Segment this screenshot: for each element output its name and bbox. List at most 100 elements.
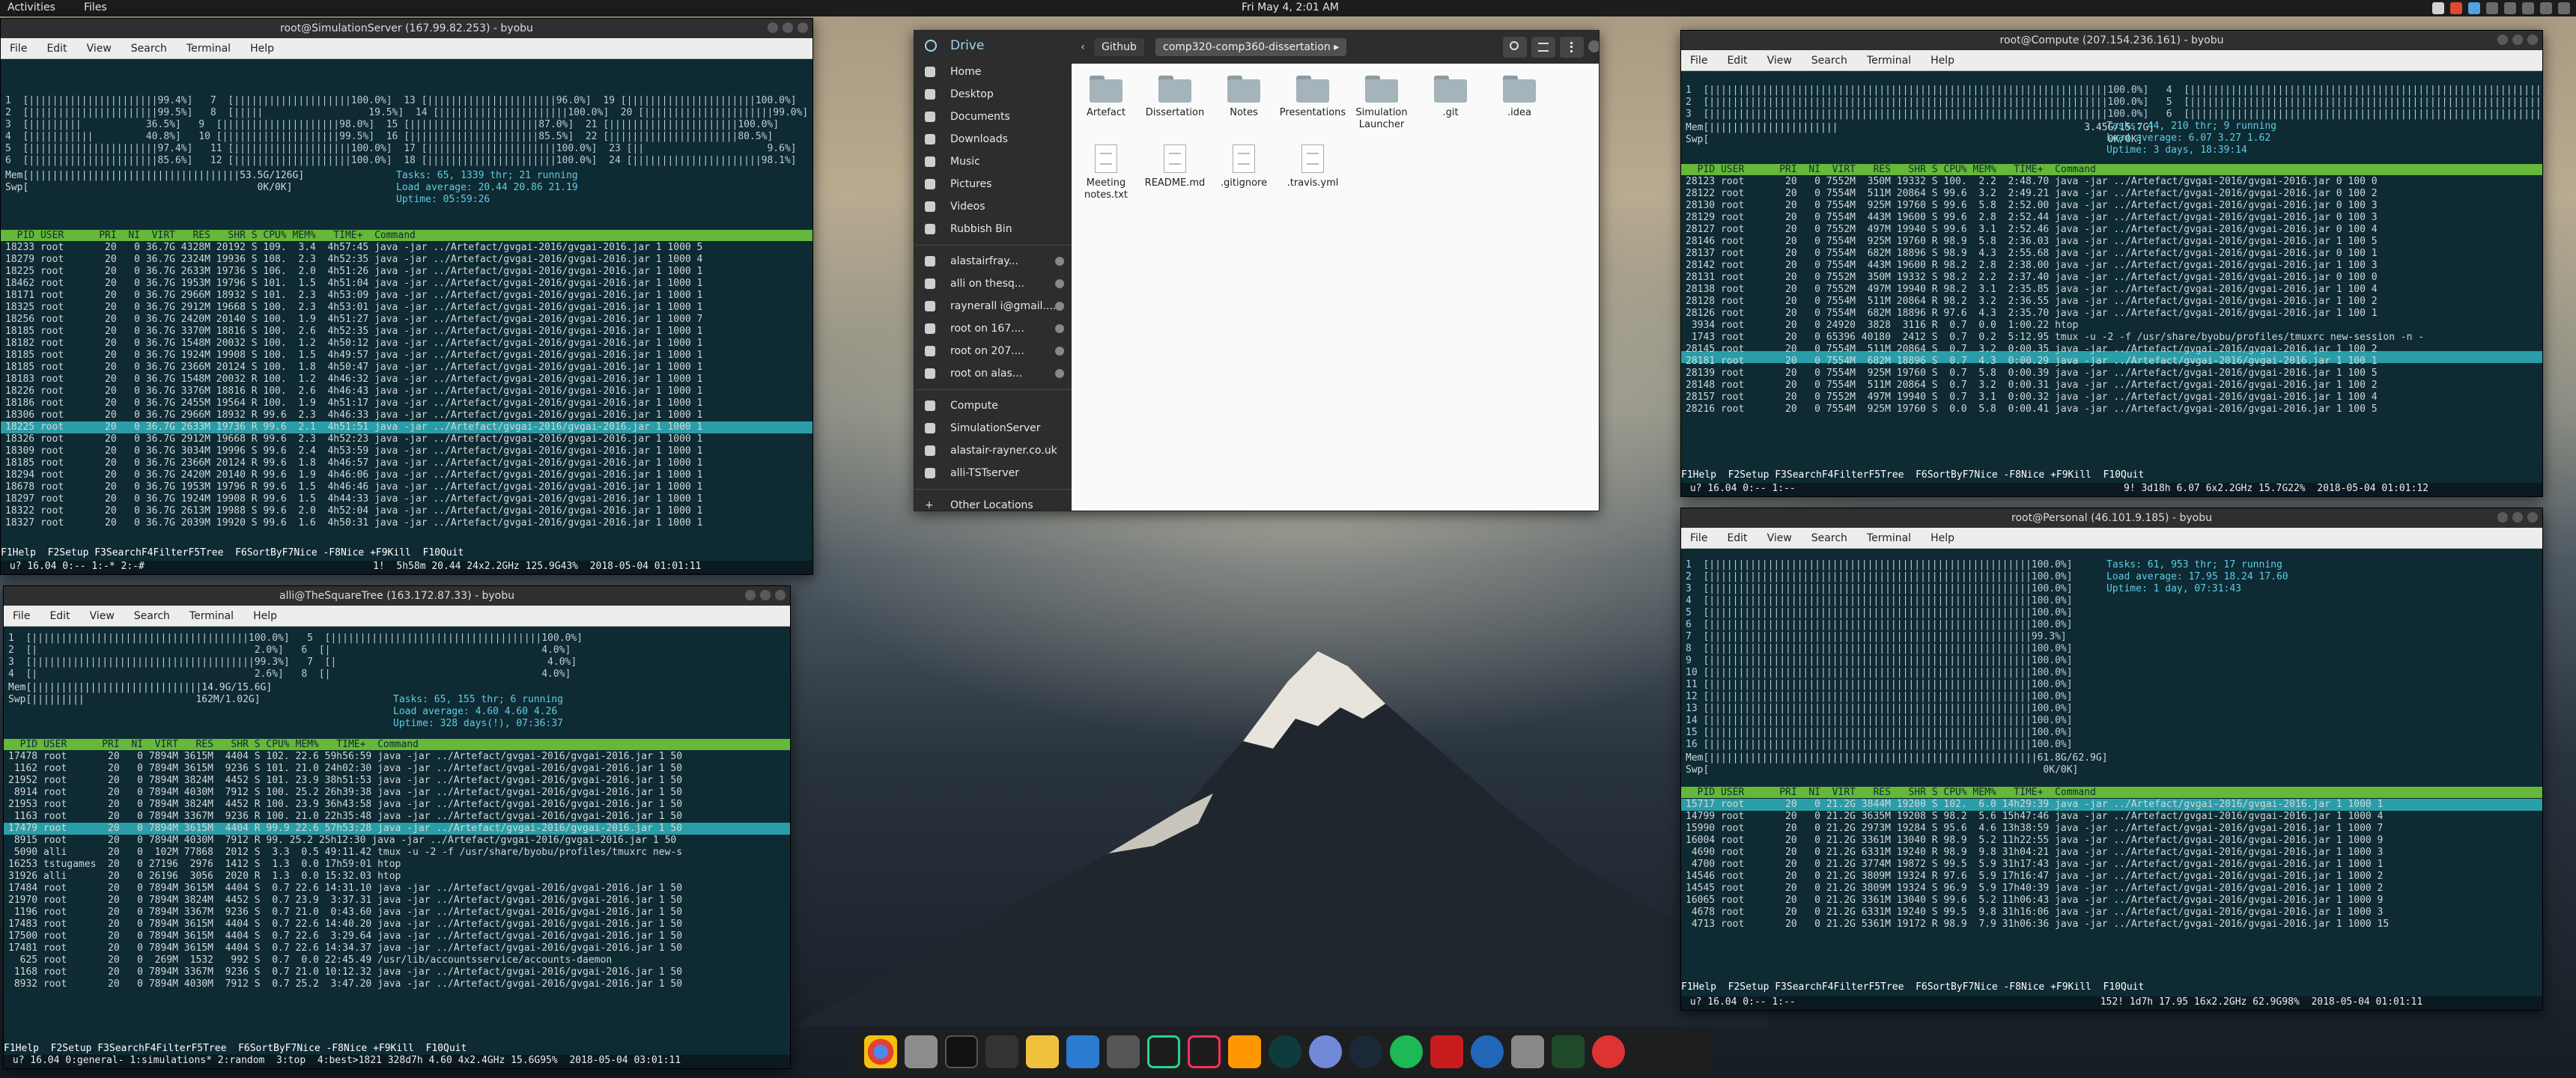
menu-button[interactable] (1560, 37, 1584, 58)
menu-search[interactable]: Search (131, 38, 167, 58)
menu-terminal[interactable]: Terminal (186, 38, 231, 58)
process-header[interactable]: PID USER PRI NI VIRT RES SHR S CPU% MEM%… (1, 230, 812, 241)
process-list[interactable]: 18233 root 20 0 36.7G 4328M 20192 S 109.… (5, 242, 812, 541)
menu-terminal[interactable]: Terminal (1867, 50, 1911, 70)
menu-edit[interactable]: Edit (1727, 50, 1747, 70)
eject-icon[interactable] (1055, 369, 1064, 378)
terminal-window-thesquaretree[interactable]: alli@TheSquareTree (163.172.87.33) - byo… (3, 585, 791, 1069)
texstudio-icon[interactable] (1107, 1035, 1140, 1068)
mendeley-icon[interactable] (1430, 1035, 1463, 1068)
menu-edit[interactable]: Edit (46, 38, 67, 58)
wifi-icon[interactable] (2504, 2, 2516, 14)
spotify-icon[interactable] (1390, 1035, 1423, 1068)
folder-item[interactable]: Presentations (1278, 76, 1347, 119)
sidebar-mount[interactable]: alli on thesq... (914, 272, 1072, 295)
files-icon[interactable] (905, 1035, 938, 1068)
folder-item[interactable]: .git (1416, 76, 1485, 119)
file-item[interactable]: .travis.yml (1278, 144, 1347, 189)
sidebar-bookmark[interactable]: SimulationServer (914, 417, 1072, 439)
maximize-icon[interactable] (2512, 512, 2523, 523)
process-header[interactable]: PID USER PRI NI VIRT RES SHR S CPU% MEM%… (1681, 787, 2542, 798)
file-item[interactable]: README.md (1140, 144, 1209, 189)
mail-icon[interactable] (1026, 1035, 1059, 1068)
sidebar-mount[interactable]: root on 167.... (914, 317, 1072, 340)
volume-icon[interactable] (2522, 2, 2534, 14)
breadcrumb-current[interactable]: comp320-comp360-dissertation ▸ (1155, 38, 1347, 56)
sublime-icon[interactable] (1228, 1035, 1261, 1068)
terminal-window-simulationserver[interactable]: root@SimulationServer (167.99.82.253) - … (0, 18, 813, 575)
network-icon[interactable] (2468, 2, 2480, 14)
system-monitor-icon[interactable] (1552, 1035, 1585, 1068)
search-button[interactable] (1503, 37, 1527, 58)
process-header[interactable]: PID USER PRI NI VIRT RES SHR S CPU% MEM%… (1681, 164, 2542, 175)
eject-icon[interactable] (1055, 324, 1064, 333)
sidebar-item-home[interactable]: Home (914, 61, 1072, 83)
view-options-button[interactable] (1531, 37, 1555, 58)
menu-terminal[interactable]: Terminal (1867, 528, 1911, 548)
battery-icon[interactable] (2540, 2, 2552, 14)
sidebar-item-rubbish-bin[interactable]: Rubbish Bin (914, 218, 1072, 240)
eject-icon[interactable] (1055, 347, 1064, 356)
menu-search[interactable]: Search (1811, 528, 1847, 548)
close-icon[interactable] (798, 22, 808, 33)
maximize-icon[interactable] (2512, 34, 2523, 45)
sidebar-item-documents[interactable]: Documents (914, 106, 1072, 128)
menu-edit[interactable]: Edit (49, 606, 70, 626)
eject-icon[interactable] (1055, 257, 1064, 266)
menu-search[interactable]: Search (1811, 50, 1847, 70)
process-header[interactable]: PID USER PRI NI VIRT RES SHR S CPU% MEM%… (4, 739, 790, 750)
activities-button[interactable]: Activities (7, 1, 55, 13)
app-menu[interactable]: Files (84, 1, 107, 13)
folder-item[interactable]: .idea (1485, 76, 1554, 119)
function-bar[interactable]: F1Help F2Setup F3SearchF4FilterF5Tree F6… (1681, 469, 2542, 481)
menu-help[interactable]: Help (250, 38, 274, 58)
maximize-icon[interactable] (783, 22, 793, 33)
close-icon[interactable] (2527, 34, 2538, 45)
sidebar-item-pictures[interactable]: Pictures (914, 173, 1072, 195)
sidebar-mount[interactable]: alastairfray... (914, 250, 1072, 272)
sidebar-item-videos[interactable]: Videos (914, 195, 1072, 218)
r-icon[interactable] (1471, 1035, 1504, 1068)
terminal-alt-icon[interactable] (985, 1035, 1018, 1068)
minimize-icon[interactable] (768, 22, 778, 33)
power-icon[interactable] (2558, 2, 2570, 14)
system-tray[interactable] (2432, 2, 2570, 14)
terminal-content[interactable]: 1 [|||||||||||||||||||||||||||||||||||||… (1681, 549, 2542, 1010)
vscode-icon[interactable] (1066, 1035, 1099, 1068)
window-title[interactable]: alli@TheSquareTree (163.172.87.33) - byo… (4, 586, 790, 606)
sidebar-item-downloads[interactable]: Downloads (914, 128, 1072, 150)
sidebar-bookmark[interactable]: Compute (914, 395, 1072, 417)
dropbox-icon[interactable] (2432, 2, 2444, 14)
no-entry-icon[interactable] (1592, 1035, 1625, 1068)
menu-file[interactable]: File (1690, 50, 1707, 70)
keyboard-icon[interactable] (2486, 2, 2498, 14)
pycharm-icon[interactable] (1147, 1035, 1180, 1068)
menu-search[interactable]: Search (134, 606, 170, 626)
menu-file[interactable]: File (13, 606, 30, 626)
eject-icon[interactable] (1055, 302, 1064, 311)
function-bar[interactable]: F1Help F2Setup F3SearchF4FilterF5Tree F6… (1681, 981, 2542, 993)
sidebar-mount[interactable]: raynerall i@gmail.... (914, 295, 1072, 317)
close-icon[interactable] (775, 590, 786, 600)
function-bar[interactable]: F1Help F2Setup F3SearchF4FilterF5Tree F6… (1, 547, 812, 559)
window-title[interactable]: root@Personal (46.101.9.185) - byobu (1681, 508, 2542, 528)
sidebar-bookmark[interactable]: alastair-rayner.co.uk (914, 439, 1072, 462)
minimize-icon[interactable] (745, 590, 756, 600)
gitkraken-icon[interactable] (1269, 1035, 1301, 1068)
calculator-icon[interactable] (1511, 1035, 1544, 1068)
terminal-window-personal[interactable]: root@Personal (46.101.9.185) - byobu Fil… (1680, 508, 2543, 1011)
process-list[interactable]: 28123 root 20 0 7552M 350M 19332 S 100. … (1686, 176, 2542, 451)
discord-icon[interactable] (1309, 1035, 1342, 1068)
folder-item[interactable]: Notes (1209, 76, 1278, 119)
breadcrumb-github[interactable]: Github (1094, 38, 1144, 56)
file-manager-window[interactable]: Drive Home Desktop Documents Downloads M… (914, 30, 1600, 511)
steam-icon[interactable] (1349, 1035, 1382, 1068)
minimize-icon[interactable] (2497, 34, 2508, 45)
menu-terminal[interactable]: Terminal (189, 606, 234, 626)
file-item[interactable]: .gitignore (1209, 144, 1278, 189)
terminal-content[interactable]: 1 [|||||||||||||||||||||||||||||||||||||… (1681, 71, 2542, 496)
function-bar[interactable]: F1Help F2Setup F3SearchF4FilterF5Tree F6… (4, 1043, 790, 1055)
menu-edit[interactable]: Edit (1727, 528, 1747, 548)
window-title[interactable]: root@SimulationServer (167.99.82.253) - … (1, 19, 812, 38)
process-list[interactable]: 15717 root 20 0 21.2G 3844M 19200 S 102.… (1686, 799, 2542, 931)
